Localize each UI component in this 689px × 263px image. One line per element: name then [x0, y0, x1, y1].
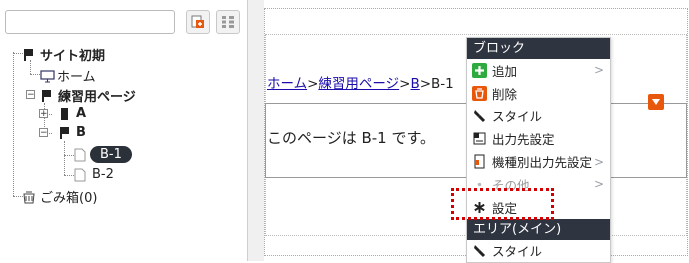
tree-node-label: 練習用ページ	[58, 90, 136, 105]
breadcrumb: ホーム>練習用ページ>B>B-1	[267, 72, 454, 92]
selected-node-label: B-1	[90, 146, 132, 163]
menu-item-other[interactable]: その他 >	[467, 173, 610, 196]
plus-icon	[471, 62, 487, 78]
device-icon	[471, 154, 487, 170]
tree-search-input[interactable]	[5, 10, 175, 34]
tree-node-label: ホーム	[57, 70, 96, 85]
tree-node-label: サイト初期	[40, 49, 106, 64]
triangle-down-icon	[652, 99, 660, 105]
page-folder-icon	[61, 107, 68, 120]
sync-page-icon	[191, 15, 204, 28]
menu-item-label: その他	[492, 177, 530, 193]
site-root-icon	[24, 48, 33, 61]
monitor-icon	[40, 69, 55, 82]
menu-item-output-settings[interactable]: 出力先設定	[467, 127, 610, 150]
breadcrumb-current: B-1	[431, 76, 454, 92]
tree-node-b1[interactable]: B-1	[74, 146, 132, 163]
tree-node-label: ごみ箱(0)	[40, 191, 98, 206]
breadcrumb-separator: >	[419, 76, 432, 92]
expand-toggle[interactable]: +	[39, 109, 48, 119]
output-icon	[471, 131, 487, 147]
breadcrumb-separator: >	[399, 76, 411, 92]
menu-item-label: 出力先設定	[492, 132, 555, 148]
tree-node-label: B-2	[92, 167, 114, 182]
menu-header-block: ブロック	[467, 38, 610, 59]
preview-margin	[248, 0, 264, 261]
menu-item-delete[interactable]: 削除	[467, 82, 610, 105]
folder-page-icon	[42, 89, 51, 102]
brush-icon	[471, 108, 487, 124]
menu-item-area-style[interactable]: スタイル	[467, 240, 610, 262]
submenu-arrow-icon: >	[593, 177, 604, 192]
submenu-arrow-icon: >	[593, 154, 604, 169]
page-icon	[74, 168, 86, 181]
menu-item-style[interactable]: スタイル	[467, 105, 610, 128]
menu-item-label: スタイル	[492, 244, 543, 260]
block-context-menu: ブロック 追加 > 削除 スタイル 出力先設定 機種別出力先設定 > その他 >…	[466, 37, 611, 263]
grid-icon	[222, 16, 234, 28]
site-tree-panel: サイト初期 ホーム − 練習用ページ + A − B B-1 B-2 ごみ箱(0…	[0, 0, 248, 261]
menu-item-device-output-settings[interactable]: 機種別出力先設定 >	[467, 150, 610, 173]
asterisk-icon	[471, 199, 487, 215]
tree-node-site-root[interactable]: サイト初期	[22, 45, 105, 64]
menu-item-label: スタイル	[492, 109, 543, 125]
tree-node-b[interactable]: B	[58, 125, 86, 140]
trash-bin-icon	[23, 191, 35, 203]
tree-sync-button[interactable]	[186, 10, 210, 34]
tree-node-trash[interactable]: ごみ箱(0)	[22, 187, 97, 206]
menu-item-settings[interactable]: 設定	[467, 196, 610, 219]
page-icon	[74, 148, 86, 161]
tree-list-button[interactable]	[216, 10, 240, 34]
dot-icon	[471, 176, 487, 192]
submenu-arrow-icon: >	[593, 63, 604, 78]
tree-node-practice-page[interactable]: 練習用ページ	[40, 86, 136, 105]
collapse-toggle[interactable]: −	[39, 128, 48, 138]
trash-icon	[471, 85, 487, 101]
folder-page-icon	[60, 126, 69, 139]
collapse-toggle[interactable]: −	[26, 90, 35, 100]
menu-item-label: 設定	[492, 200, 518, 216]
menu-header-area-main: エリア(メイン)	[467, 218, 610, 240]
tree-node-home[interactable]: ホーム	[40, 66, 96, 85]
block-menu-toggle-button[interactable]	[648, 94, 664, 110]
breadcrumb-b-link[interactable]: B	[410, 76, 419, 92]
tree-node-b2[interactable]: B-2	[74, 167, 114, 182]
breadcrumb-practice-link[interactable]: 練習用ページ	[318, 76, 399, 92]
menu-item-add[interactable]: 追加 >	[467, 59, 610, 82]
menu-item-label: 追加	[492, 63, 518, 79]
breadcrumb-separator: >	[307, 76, 319, 92]
menu-item-label: 機種別出力先設定	[492, 155, 593, 171]
menu-item-label: 削除	[492, 86, 518, 102]
tree-node-label: B	[76, 125, 86, 140]
breadcrumb-home-link[interactable]: ホーム	[267, 76, 307, 92]
brush-icon	[471, 243, 487, 259]
page-body-text: このページは B-1 です。	[267, 129, 435, 147]
tree-node-label: A	[76, 106, 87, 121]
tree-node-a[interactable]: A	[58, 106, 86, 121]
